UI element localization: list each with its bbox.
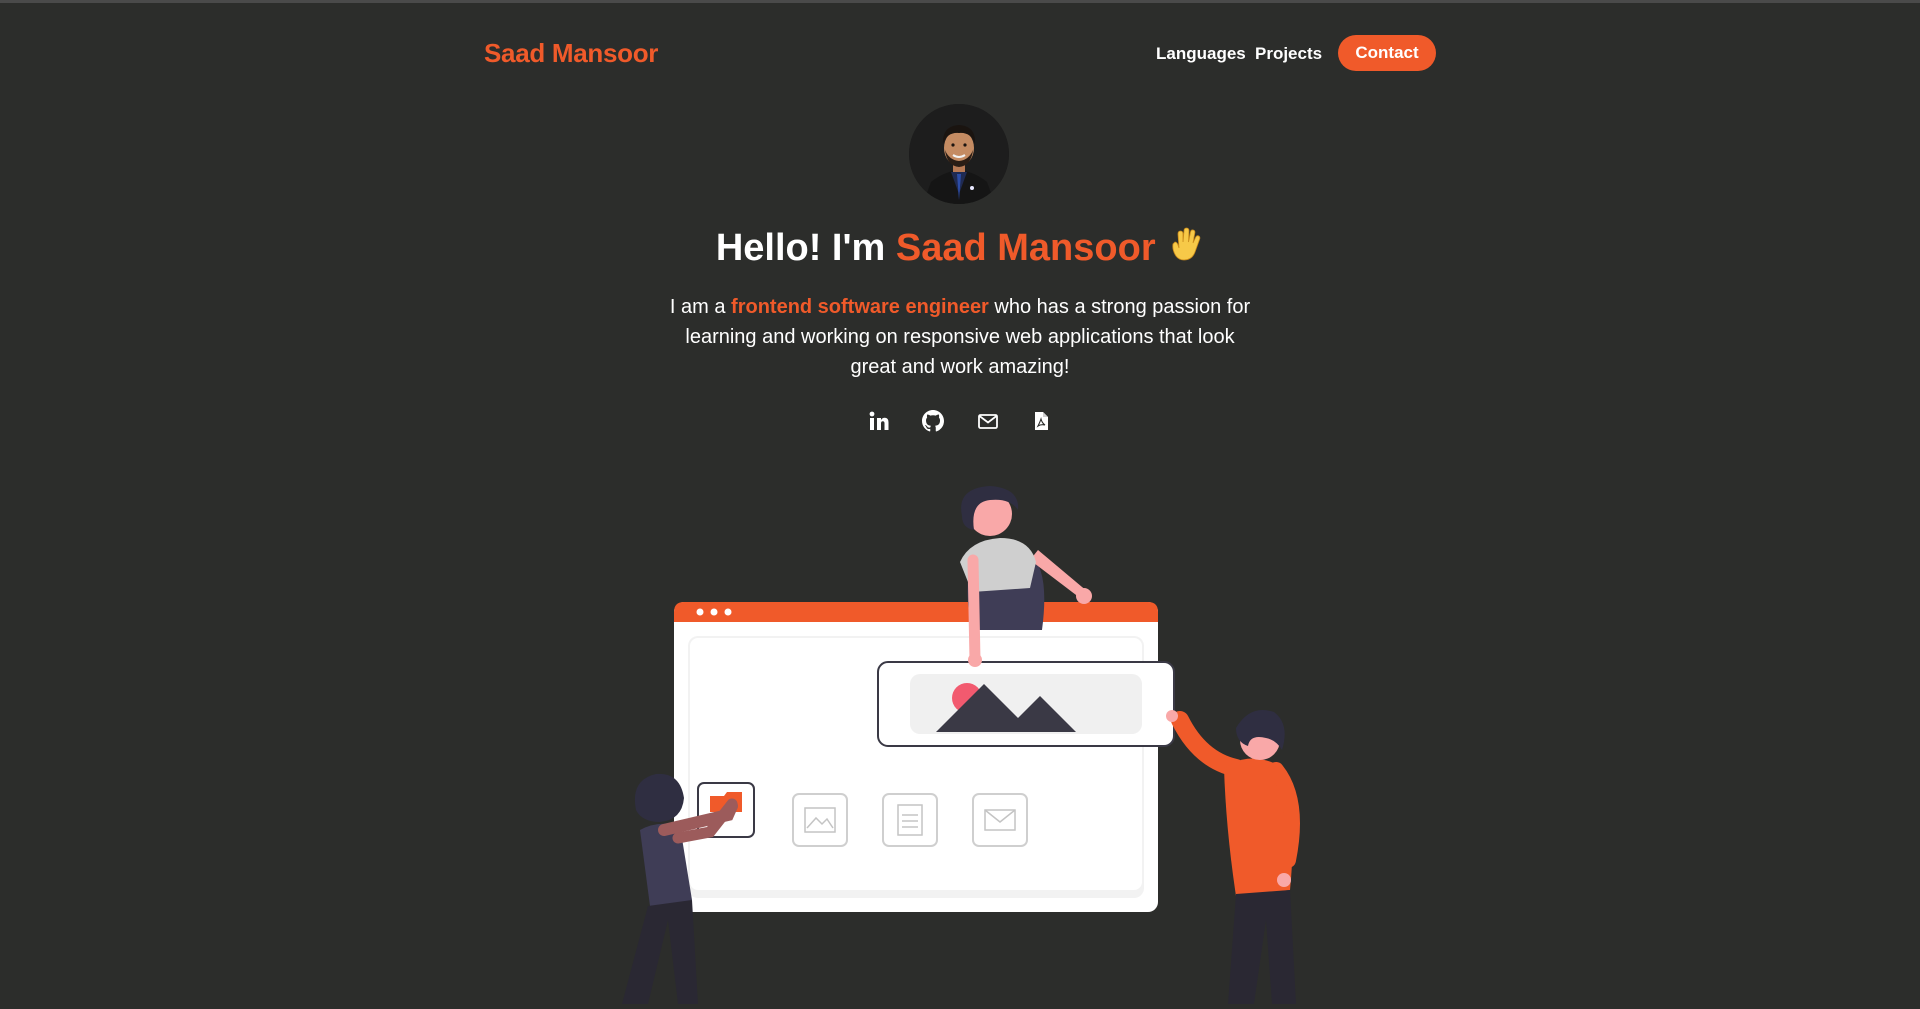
nav-link-projects[interactable]: Projects	[1255, 44, 1322, 64]
nav-link-languages[interactable]: Languages	[1156, 44, 1246, 64]
contact-button[interactable]: Contact	[1338, 35, 1436, 71]
image-placeholder-icon	[792, 793, 848, 847]
navbar: Saad Mansoor Languages Projects Contact	[0, 0, 1920, 108]
document-placeholder-icon	[882, 793, 938, 847]
browser-titlebar	[674, 602, 1158, 622]
hero-title: Hello! I'm Saad Mansoor	[0, 226, 1920, 274]
window-dot	[724, 608, 732, 616]
mail-placeholder-icon	[972, 793, 1028, 847]
pdf-resume-icon	[1035, 412, 1048, 430]
hero-intro-highlight: frontend software engineer	[731, 296, 989, 318]
github-link[interactable]	[920, 408, 946, 434]
brand-logo[interactable]: Saad Mansoor	[484, 38, 658, 69]
avatar-photo	[909, 104, 1009, 204]
hero-illustration	[560, 470, 1360, 1004]
illustration-svg	[622, 486, 1300, 1004]
hero-intro: I am a frontend software engineer who ha…	[660, 292, 1260, 382]
person-right	[1166, 710, 1300, 1004]
github-icon	[922, 410, 944, 432]
hero-title-name: Saad Mansoor	[895, 227, 1156, 269]
email-icon	[978, 414, 998, 429]
wave-hand-icon	[1166, 226, 1204, 274]
window-dot	[696, 608, 704, 616]
window-dot	[710, 608, 718, 616]
hero-intro-prefix: I am a	[669, 296, 732, 318]
linkedin-icon	[869, 411, 889, 430]
social-links	[860, 408, 1060, 436]
hero-title-prefix: Hello! I'm	[715, 227, 896, 269]
wave-hand-icon-svg	[1172, 227, 1201, 261]
email-link[interactable]	[975, 408, 1001, 434]
resume-link[interactable]	[1028, 408, 1054, 434]
avatar	[909, 104, 1009, 204]
linkedin-link[interactable]	[866, 408, 892, 434]
